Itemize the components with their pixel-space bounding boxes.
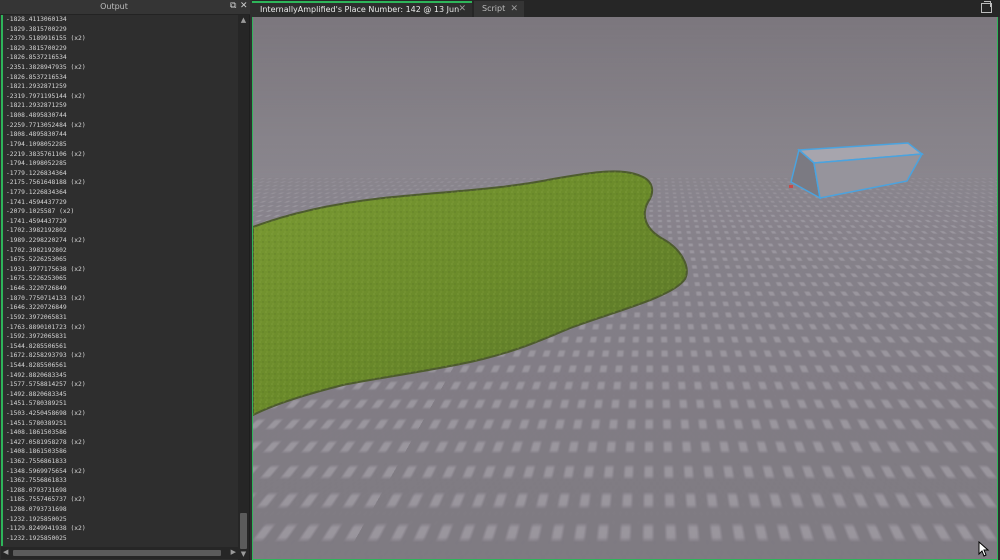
restore-window-icon[interactable] [981, 1, 992, 13]
output-line: -1821.2932871259 [6, 102, 67, 110]
3d-viewport[interactable] [252, 17, 998, 560]
output-line: -1288.0793731698 [6, 506, 67, 514]
output-line: -1672.8258293793 (x2) [6, 352, 86, 360]
output-line: -1232.1925850025 [6, 534, 67, 542]
output-line: -2379.5189916155 (x2) [6, 35, 86, 43]
output-line: -1826.8537216534 [6, 73, 67, 81]
output-header: Output ⧉ ✕ [0, 0, 250, 15]
output-line: -1702.3982192802 [6, 227, 67, 235]
output-line: -1185.7557465737 (x2) [6, 496, 86, 504]
horizontal-scroll-thumb[interactable] [13, 550, 221, 556]
dock-toggle-icon[interactable]: ⧉ [230, 1, 236, 12]
output-line: -2319.7971195144 (x2) [6, 92, 86, 100]
scroll-down-arrow-icon[interactable]: ▼ [239, 550, 248, 559]
output-line: -1870.7750714133 (x2) [6, 294, 86, 302]
output-line: -1492.8820683345 [6, 390, 67, 398]
output-line: -2219.3835761106 (x2) [6, 150, 86, 158]
output-line: -2259.7713052484 (x2) [6, 121, 86, 129]
output-line: -1451.5780389251 [6, 419, 67, 427]
output-line: -2079.1025587 (x2) [6, 208, 75, 216]
vertical-scrollbar[interactable]: ▲ ▼ [238, 15, 249, 560]
output-line: -1808.4895830744 [6, 112, 67, 120]
output-line: -1675.5226253065 [6, 275, 67, 283]
output-line: -1544.8285506561 [6, 342, 67, 350]
output-line: -1362.7556861833 [6, 458, 67, 466]
output-line: -1362.7556861833 [6, 477, 67, 485]
output-line: -1779.1226834364 [6, 188, 67, 196]
output-line: -1348.5969975654 (x2) [6, 467, 86, 475]
document-tab-bar: InternallyAmplified's Place Number: 142 … [252, 0, 1000, 27]
output-line: -1408.1861503586 [6, 448, 67, 456]
tab-script[interactable]: Script ✕ [474, 1, 524, 17]
scroll-right-arrow-icon[interactable]: ▶ [231, 548, 236, 556]
output-line: -1828.4113060134 [6, 16, 67, 23]
output-line: -1646.3220726849 [6, 285, 67, 293]
output-line: -1232.1925850025 [6, 515, 67, 523]
scroll-left-arrow-icon[interactable]: ◀ [3, 548, 8, 556]
output-line: -1129.8249941938 (x2) [6, 525, 86, 533]
output-line: -1829.3815700229 [6, 25, 67, 33]
output-line: -1427.0581958278 (x2) [6, 438, 86, 446]
output-line: -1288.0793731698 [6, 486, 67, 494]
output-line: -1592.3972065831 [6, 333, 67, 341]
output-line: -1592.3972065831 [6, 313, 67, 321]
output-line: -1451.5780389251 [6, 400, 67, 408]
output-log[interactable]: -1828.4113060134 -1829.3815700229 -2379.51… [1, 15, 239, 546]
output-line: -1931.3977175638 (x2) [6, 265, 86, 273]
output-line: -1794.1098052285 [6, 160, 67, 168]
output-line: -1544.8285506561 [6, 361, 67, 369]
output-line: -1829.3815700229 [6, 44, 67, 52]
horizontal-scrollbar[interactable]: ◀ ▶ [1, 547, 238, 559]
tab-script-close-icon[interactable]: ✕ [510, 1, 518, 17]
output-line: -1577.5758814257 (x2) [6, 381, 86, 389]
output-line: -1503.4250458698 (x2) [6, 409, 86, 417]
output-line: -1741.4594437729 [6, 198, 67, 206]
output-title: Output [100, 2, 128, 11]
vertical-scroll-thumb[interactable] [240, 513, 247, 549]
output-line: -1492.8820683345 [6, 371, 67, 379]
mouse-cursor-icon [978, 541, 990, 557]
output-line: -1821.2932871259 [6, 83, 67, 91]
output-line: -1826.8537216534 [6, 54, 67, 62]
tab-place-close-icon[interactable]: ✕ [458, 3, 466, 16]
output-line: -1646.3220726849 [6, 304, 67, 312]
output-line: -1741.4594437729 [6, 217, 67, 225]
tab-place[interactable]: InternallyAmplified's Place Number: 142 … [252, 1, 472, 27]
output-line: -1989.2298220274 (x2) [6, 237, 86, 245]
output-line: -1779.1226834364 [6, 169, 67, 177]
output-panel: Output ⧉ ✕ -1828.4113060134 -1829.3815700… [0, 0, 250, 560]
output-line: -1702.3982192802 [6, 246, 67, 254]
output-line: -2351.3828947935 (x2) [6, 64, 86, 72]
tab-script-label: Script [482, 4, 506, 13]
output-line: -1763.8890101723 (x2) [6, 323, 86, 331]
output-line: -1675.5226253065 [6, 256, 67, 264]
output-line: -2175.7561648188 (x2) [6, 179, 86, 187]
selected-part[interactable] [253, 17, 998, 560]
scroll-up-arrow-icon[interactable]: ▲ [239, 16, 248, 25]
output-close-icon[interactable]: ✕ [240, 1, 248, 12]
output-line: -1808.4895830744 [6, 131, 67, 139]
output-line: -1794.1098052285 [6, 140, 67, 148]
output-line: -1408.1861503586 [6, 429, 67, 437]
